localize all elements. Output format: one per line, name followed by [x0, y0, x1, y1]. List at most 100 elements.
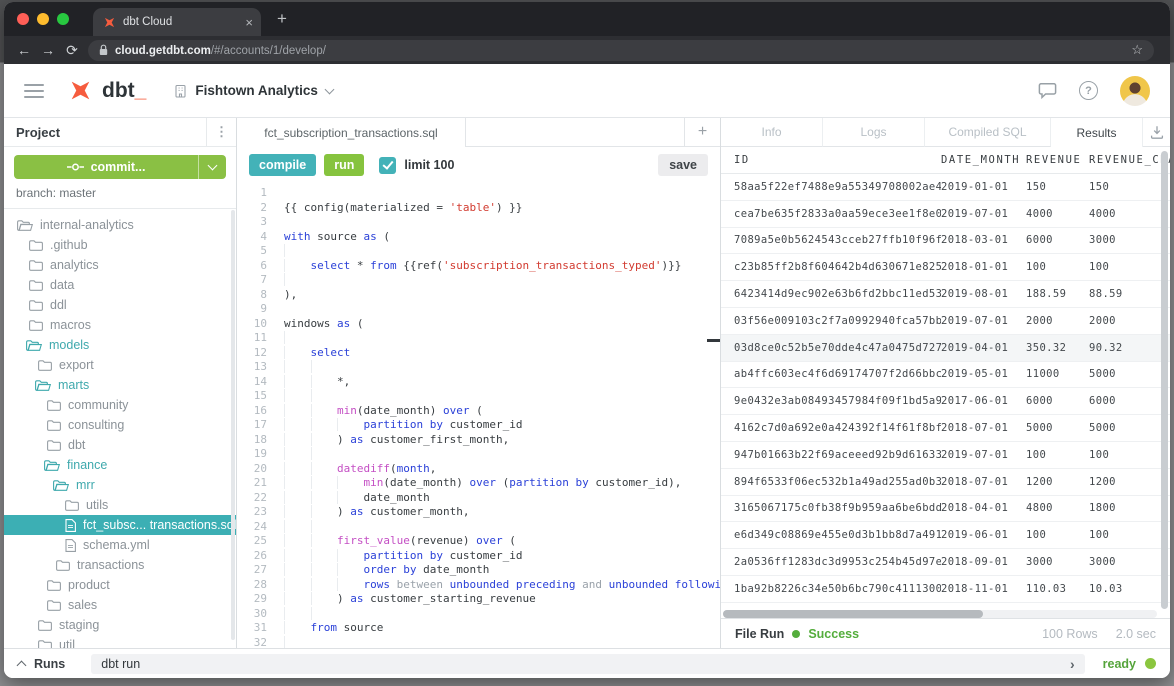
- line-number: 8: [237, 288, 267, 303]
- kebab-menu-icon[interactable]: ⋮: [206, 118, 236, 146]
- horizontal-scrollbar[interactable]: [723, 610, 1157, 618]
- account-switcher[interactable]: Fishtown Analytics: [174, 83, 333, 98]
- line-number: 13: [237, 360, 267, 375]
- runs-toggle[interactable]: Runs: [18, 657, 65, 671]
- tab-logs[interactable]: Logs: [823, 118, 925, 147]
- table-cell: 150: [1026, 181, 1089, 193]
- help-icon[interactable]: ?: [1079, 81, 1098, 100]
- forward-icon[interactable]: →: [36, 42, 60, 58]
- close-window-button[interactable]: [17, 13, 29, 25]
- horizontal-scrollbar-thumb[interactable]: [723, 610, 983, 618]
- editor-tab[interactable]: fct_subscription_transactions.sql: [237, 118, 466, 147]
- browser-tab-title: dbt Cloud: [123, 16, 238, 28]
- code-editor[interactable]: 12{{ config(materialized = 'table') }}34…: [237, 183, 720, 648]
- tree-item[interactable]: schema.yml: [4, 535, 236, 555]
- account-name: Fishtown Analytics: [195, 83, 318, 98]
- lock-icon: [99, 44, 108, 56]
- chat-icon[interactable]: [1038, 82, 1057, 99]
- zoom-window-button[interactable]: [57, 13, 69, 25]
- ready-label: ready: [1103, 657, 1136, 671]
- table-cell: 188.59: [1026, 288, 1089, 300]
- tab-info[interactable]: Info: [721, 118, 823, 147]
- tree-item[interactable]: staging: [4, 615, 236, 635]
- address-bar[interactable]: cloud.getdbt.com/#/accounts/1/develop/ ☆: [88, 40, 1154, 61]
- tree-item-label: ddl: [50, 298, 67, 312]
- tab-close-icon[interactable]: ×: [245, 15, 253, 30]
- tree-item[interactable]: dbt: [4, 435, 236, 455]
- table-cell: 6000: [1026, 395, 1089, 407]
- table-cell: 03d8ce0c52b5e70dde4c47a0475d727d: [734, 342, 941, 354]
- table-row: 03d8ce0c52b5e70dde4c47a0475d727d2019-04-…: [721, 335, 1170, 362]
- table-cell: 2018-04-01: [941, 502, 1026, 514]
- editor-tabbar: fct_subscription_transactions.sql +: [237, 118, 720, 147]
- table-cell: 350.32: [1026, 342, 1089, 354]
- commit-button[interactable]: commit...: [14, 155, 226, 179]
- folder-icon: [29, 280, 43, 291]
- table-row: 947b01663b22f69aceeed92b9d6163392019-07-…: [721, 442, 1170, 469]
- tree-item[interactable]: data: [4, 275, 236, 295]
- tree-item[interactable]: models: [4, 335, 236, 355]
- tree-item[interactable]: product: [4, 575, 236, 595]
- vertical-scrollbar[interactable]: [1161, 151, 1168, 609]
- new-editor-tab-button[interactable]: +: [684, 118, 720, 147]
- tree-item[interactable]: utils: [4, 495, 236, 515]
- table-cell: 100: [1026, 449, 1089, 461]
- save-button[interactable]: save: [658, 154, 708, 176]
- browser-tab[interactable]: dbt Cloud ×: [93, 8, 261, 36]
- tree-item[interactable]: consulting: [4, 415, 236, 435]
- line-number: 15: [237, 389, 267, 404]
- tree-item[interactable]: internal-analytics: [4, 215, 236, 235]
- tree-item[interactable]: .github: [4, 235, 236, 255]
- tree-item[interactable]: analytics: [4, 255, 236, 275]
- tree-item[interactable]: export: [4, 355, 236, 375]
- tree-item[interactable]: fct_subsc... transactions.sql: [4, 515, 236, 535]
- new-browser-tab-button[interactable]: +: [277, 9, 287, 29]
- folder-open-icon: [44, 460, 60, 471]
- minimize-window-button[interactable]: [37, 13, 49, 25]
- panel-resize-handle[interactable]: [707, 339, 720, 342]
- tab-results[interactable]: Results: [1051, 118, 1143, 147]
- sidebar-scrollbar[interactable]: [231, 210, 235, 640]
- code-line: 22 date_month: [237, 491, 720, 506]
- folder-icon: [38, 640, 52, 649]
- avatar[interactable]: [1120, 76, 1150, 106]
- download-icon[interactable]: [1150, 125, 1164, 139]
- chevron-right-icon[interactable]: ›: [1070, 656, 1075, 672]
- line-number: 23: [237, 505, 267, 520]
- reload-icon[interactable]: ⟳: [60, 42, 84, 59]
- tree-item-label: util: [59, 638, 75, 648]
- tree-item[interactable]: ddl: [4, 295, 236, 315]
- table-cell: 894f6533f06ec532b1a49ad255ad0b3b: [734, 476, 941, 488]
- tree-item[interactable]: macros: [4, 315, 236, 335]
- tree-item[interactable]: mrr: [4, 475, 236, 495]
- line-number: 3: [237, 215, 267, 230]
- commit-dropdown-button[interactable]: [199, 155, 226, 179]
- tree-item[interactable]: finance: [4, 455, 236, 475]
- dbt-logo-icon[interactable]: [63, 73, 98, 108]
- line-number: 31: [237, 621, 267, 636]
- hamburger-menu-icon[interactable]: [24, 84, 44, 98]
- run-button[interactable]: run: [324, 154, 364, 176]
- tree-item[interactable]: community: [4, 395, 236, 415]
- tabbar-filler: [466, 118, 684, 147]
- tree-item[interactable]: transactions: [4, 555, 236, 575]
- command-input[interactable]: dbt run ›: [91, 654, 1084, 674]
- tree-item[interactable]: util: [4, 635, 236, 648]
- limit-checkbox[interactable]: [379, 157, 396, 174]
- tree-item[interactable]: marts: [4, 375, 236, 395]
- code-line: 15: [237, 389, 720, 404]
- table-cell: 110.03: [1026, 583, 1089, 595]
- results-table-body: 58aa5f22ef7488e9a55349708002ae462019-01-…: [721, 174, 1170, 618]
- table-row: cea7be635f2833a0aa59ece3ee1f8e082019-07-…: [721, 201, 1170, 228]
- bookmark-star-icon[interactable]: ☆: [1131, 42, 1143, 58]
- table-cell: 2019-08-01: [941, 288, 1026, 300]
- code-line: 6 select * from {{ref('subscription_tran…: [237, 259, 720, 274]
- back-icon[interactable]: ←: [12, 42, 36, 58]
- folder-open-icon: [35, 380, 51, 391]
- code-line: 18 ) as customer_first_month,: [237, 433, 720, 448]
- compile-button[interactable]: compile: [249, 154, 316, 176]
- tree-item[interactable]: sales: [4, 595, 236, 615]
- file-icon: [65, 519, 76, 532]
- tab-compiled-sql[interactable]: Compiled SQL: [925, 118, 1051, 147]
- table-cell: 2000: [1089, 315, 1170, 327]
